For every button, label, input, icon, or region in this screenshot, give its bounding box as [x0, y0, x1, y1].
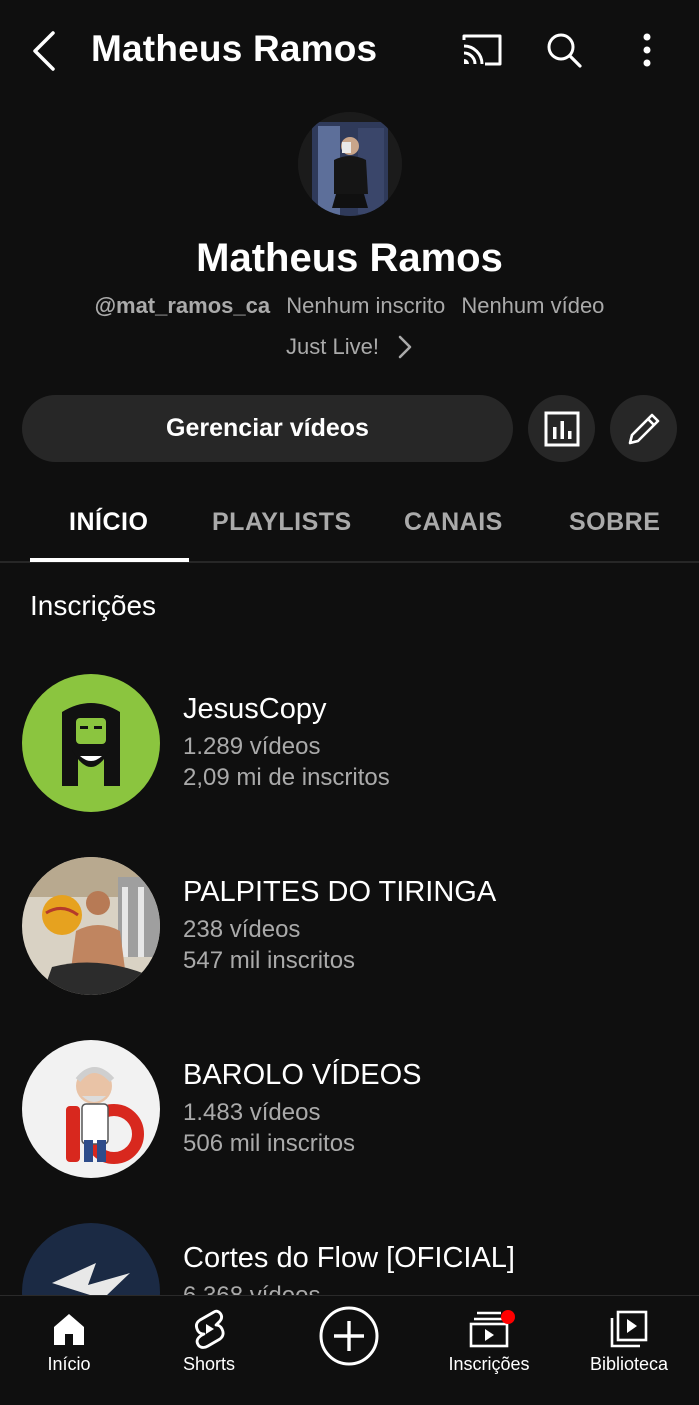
channel-video-count: 6.368 vídeos	[183, 1282, 320, 1295]
bottom-navigation: Início Shorts Inscrições Biblioteca	[0, 1295, 699, 1405]
channel-video-count: 1.483 vídeos	[183, 1099, 321, 1126]
tab-sobre[interactable]: SOBRE	[569, 508, 660, 537]
channel-subscriber-count: 2,09 mi de inscritos	[183, 764, 390, 791]
nav-subscriptions-label: Inscrições	[448, 1354, 530, 1374]
nav-home-label: Início	[47, 1354, 91, 1374]
avatar-photo	[298, 112, 402, 216]
channel-thumbnail-palpites-do-tiringa	[22, 857, 160, 995]
manage-videos-button[interactable]: Gerenciar vídeos	[22, 395, 513, 462]
search-icon	[547, 33, 582, 68]
cast-button[interactable]	[460, 28, 504, 72]
nav-subscriptions[interactable]: Inscrições	[419, 1308, 559, 1398]
analytics-icon	[544, 411, 579, 446]
back-arrow-icon	[33, 31, 55, 71]
list-item[interactable]: JesusCopy 1.289 vídeos 2,09 mi de inscri…	[0, 650, 699, 812]
list-item[interactable]: PALPITES DO TIRINGA 238 vídeos 547 mil i…	[0, 833, 699, 995]
nav-library[interactable]: Biblioteca	[559, 1308, 699, 1398]
channel-name: Matheus Ramos	[196, 236, 503, 280]
channel-thumbnail-cortes-do-flow	[22, 1223, 160, 1295]
nav-shorts[interactable]: Shorts	[139, 1308, 279, 1398]
list-item[interactable]: Cortes do Flow [OFICIAL] 6.368 vídeos	[0, 1199, 699, 1295]
more-options-button[interactable]	[625, 28, 669, 72]
channel-description-link[interactable]: Just Live!	[0, 334, 699, 360]
more-vertical-icon	[643, 33, 651, 67]
tab-canais[interactable]: CANAIS	[404, 508, 503, 537]
library-icon	[610, 1310, 648, 1348]
channel-name: BAROLO VÍDEOS	[183, 1059, 422, 1091]
nav-home[interactable]: Início	[0, 1308, 139, 1398]
channel-subscriber-count: 547 mil inscritos	[183, 947, 356, 974]
search-button[interactable]	[542, 28, 586, 72]
nav-create[interactable]	[279, 1304, 419, 1394]
channel-video-count: 1.289 vídeos	[183, 733, 321, 760]
channel-meta: @mat_ramos_ca Nenhum inscrito Nenhum víd…	[0, 293, 699, 319]
pencil-icon	[628, 413, 659, 444]
subscriptions-list: JesusCopy 1.289 vídeos 2,09 mi de inscri…	[0, 650, 699, 1295]
active-tab-indicator	[30, 558, 189, 562]
channel-avatar[interactable]	[298, 112, 402, 216]
section-title: Inscrições	[30, 590, 157, 621]
channel-thumbnail-jesuscopy	[22, 674, 160, 812]
channel-name: JesusCopy	[183, 693, 327, 725]
tab-playlists[interactable]: PLAYLISTS	[212, 508, 352, 537]
subscriber-count: Nenhum inscrito	[286, 293, 446, 318]
analytics-button[interactable]	[528, 395, 595, 462]
notification-dot	[501, 1310, 515, 1324]
shorts-icon	[195, 1309, 225, 1349]
nav-library-label: Biblioteca	[589, 1354, 669, 1374]
edit-channel-button[interactable]	[610, 395, 677, 462]
nav-shorts-label: Shorts	[182, 1354, 236, 1374]
video-count: Nenhum vídeo	[461, 293, 605, 318]
back-button[interactable]	[22, 26, 66, 76]
chevron-right-icon	[398, 335, 412, 359]
home-icon	[54, 1314, 84, 1345]
create-icon	[319, 1306, 379, 1366]
channel-description: Just Live!	[286, 334, 379, 359]
page-title: Matheus Ramos	[91, 28, 378, 69]
channel-thumbnail-barolo-videos	[22, 1040, 160, 1178]
cast-icon	[462, 34, 502, 66]
tab-inicio[interactable]: INÍCIO	[69, 508, 148, 537]
top-app-bar: Matheus Ramos	[0, 0, 699, 100]
channel-tabs: INÍCIO PLAYLISTS CANAIS SOBRE	[0, 492, 699, 563]
channel-handle: @mat_ramos_ca	[94, 293, 271, 318]
channel-subscriber-count: 506 mil inscritos	[183, 1130, 356, 1157]
channel-name: PALPITES DO TIRINGA	[183, 876, 497, 908]
list-item[interactable]: BAROLO VÍDEOS 1.483 vídeos 506 mil inscr…	[0, 1016, 699, 1178]
channel-video-count: 238 vídeos	[183, 916, 301, 943]
channel-name: Cortes do Flow [OFICIAL]	[183, 1242, 515, 1274]
